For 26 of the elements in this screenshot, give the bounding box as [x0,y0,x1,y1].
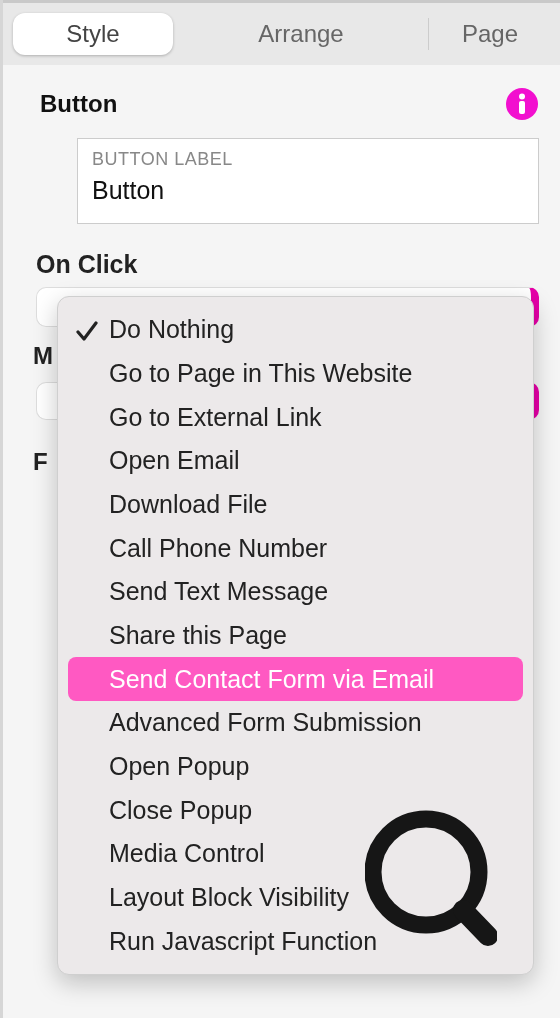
menu-item[interactable]: Open Popup [68,744,523,789]
tab[interactable]: Page [429,13,551,55]
menu-item[interactable]: Close Popup [68,788,523,833]
section-title: M [33,342,53,370]
menu-item[interactable]: Media Control [68,832,523,876]
menu-item[interactable]: Run Javascript Function [68,919,523,964]
menu-item[interactable]: Open Email [68,439,523,483]
menu-item[interactable]: Go to External Link [68,395,523,439]
tab[interactable]: Arrange [173,13,429,55]
menu-item[interactable]: Share this Page [68,613,523,658]
menu-item[interactable]: Download File [68,482,523,527]
menu-item[interactable]: Do Nothing [68,308,523,352]
menu-item[interactable]: Layout Block Visibility [68,875,523,920]
text-field[interactable]: BUTTON LABEL Button [77,138,539,224]
menu-item[interactable]: Go to Page in This Website [68,351,523,396]
dropdown-menu[interactable] [57,296,534,975]
info-icon[interactable] [505,87,539,121]
section-title: On Click [36,250,139,279]
menu-item[interactable]: Call Phone Number [68,526,523,571]
section-title: F [33,448,48,476]
field-label: BUTTON LABEL [92,149,234,170]
field-value: Button [92,176,166,205]
section-title: Button [40,90,118,118]
menu-item[interactable]: Send Text Message [68,570,523,614]
menu-item[interactable]: Advanced Form Submission [68,701,523,745]
tab[interactable]: Style [13,13,173,55]
